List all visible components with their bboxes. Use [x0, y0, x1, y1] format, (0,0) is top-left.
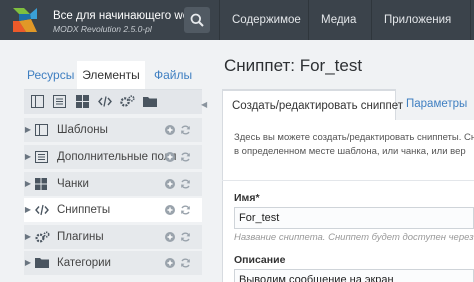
page-title: Сниппет: For_test: [224, 56, 363, 75]
site-title[interactable]: Все для начинающего we...: [53, 10, 199, 22]
menu-separator: [308, 0, 309, 40]
tree-item-categories[interactable]: ▶ Категории: [24, 251, 202, 275]
site-subtitle: MODX Revolution 2.5.0-pl: [53, 24, 152, 34]
cogs-icon: [35, 231, 50, 243]
add-icon[interactable]: [165, 258, 175, 268]
layout-icon: [35, 124, 48, 136]
tree-item-label: Шаблоны: [57, 124, 108, 136]
menu-separator: [219, 0, 220, 40]
tree-item-label: Категории: [57, 257, 111, 269]
tree-item-label: Сниппеты: [57, 204, 111, 216]
tab-edit-snippet[interactable]: Создать/редактировать сниппет: [222, 89, 403, 120]
new-tv-icon[interactable]: [53, 95, 66, 108]
expand-arrow-icon[interactable]: ▶: [24, 198, 32, 222]
new-snippet-icon[interactable]: [98, 95, 112, 108]
tab-files[interactable]: Файлы: [154, 61, 192, 89]
new-template-icon[interactable]: [31, 95, 44, 108]
new-plugin-icon[interactable]: [120, 95, 135, 108]
modx-logo-icon[interactable]: [10, 6, 40, 34]
menu-apps[interactable]: Приложения: [384, 0, 451, 40]
description-label: Описание: [234, 254, 286, 266]
code-icon: [35, 204, 49, 216]
add-icon[interactable]: [165, 179, 175, 189]
grid-icon: [35, 178, 47, 190]
expand-arrow-icon[interactable]: ▶: [24, 145, 32, 169]
elements-toolbar: [24, 90, 202, 114]
section-divider: [222, 180, 474, 181]
description-line: Здесь вы можете создать/редактировать сн…: [234, 132, 474, 143]
tab-properties[interactable]: Параметры: [406, 89, 467, 120]
tree-item-snippets[interactable]: ▶ Сниппеты: [24, 198, 202, 222]
top-navbar: Все для начинающего we... MODX Revolutio…: [0, 0, 474, 40]
menu-separator: [371, 0, 372, 40]
tree-item-label: Дополнительные поля: [57, 151, 177, 163]
name-hint: Название сниппета. Сниппет будет доступе…: [234, 232, 474, 243]
form-description: Здесь вы можете создать/редактировать сн…: [234, 131, 474, 159]
tree-item-tvs[interactable]: ▶ Дополнительные поля: [24, 145, 202, 169]
folder-icon: [35, 258, 49, 268]
tab-elements[interactable]: Элементы: [77, 61, 145, 89]
add-icon[interactable]: [165, 125, 175, 135]
tree-item-label: Чанки: [57, 178, 89, 190]
search-icon: [190, 13, 204, 27]
new-chunk-icon[interactable]: [76, 95, 89, 108]
name-label: Имя*: [234, 192, 260, 204]
tree-item-templates[interactable]: ▶ Шаблоны: [24, 118, 202, 142]
list-icon: [35, 151, 48, 163]
collapse-panel-icon[interactable]: ◀: [201, 100, 207, 109]
add-icon[interactable]: [165, 205, 175, 215]
tree-item-chunks[interactable]: ▶ Чанки: [24, 172, 202, 196]
refresh-icon[interactable]: [180, 232, 191, 242]
refresh-icon[interactable]: [180, 205, 191, 215]
refresh-icon[interactable]: [180, 152, 191, 162]
expand-arrow-icon[interactable]: ▶: [24, 251, 32, 275]
add-icon[interactable]: [165, 232, 175, 242]
description-line: в определенном месте шаблона, или чанка,…: [234, 146, 466, 157]
menu-media[interactable]: Медиа: [321, 0, 356, 40]
menu-separator: [470, 0, 471, 40]
expand-arrow-icon[interactable]: ▶: [24, 118, 32, 142]
tab-resources[interactable]: Ресурсы: [27, 61, 74, 89]
name-field[interactable]: For_test: [234, 207, 474, 229]
new-category-icon[interactable]: [143, 95, 157, 108]
search-button[interactable]: [184, 7, 210, 33]
refresh-icon[interactable]: [180, 125, 191, 135]
add-icon[interactable]: [165, 152, 175, 162]
refresh-icon[interactable]: [180, 179, 191, 189]
expand-arrow-icon[interactable]: ▶: [24, 172, 32, 196]
tree-item-label: Плагины: [57, 231, 104, 243]
refresh-icon[interactable]: [180, 258, 191, 268]
tree-item-plugins[interactable]: ▶ Плагины: [24, 225, 202, 249]
expand-arrow-icon[interactable]: ▶: [24, 225, 32, 249]
menu-content[interactable]: Содержимое: [232, 0, 301, 40]
description-field[interactable]: Выводим сообщение на экран: [234, 269, 474, 282]
